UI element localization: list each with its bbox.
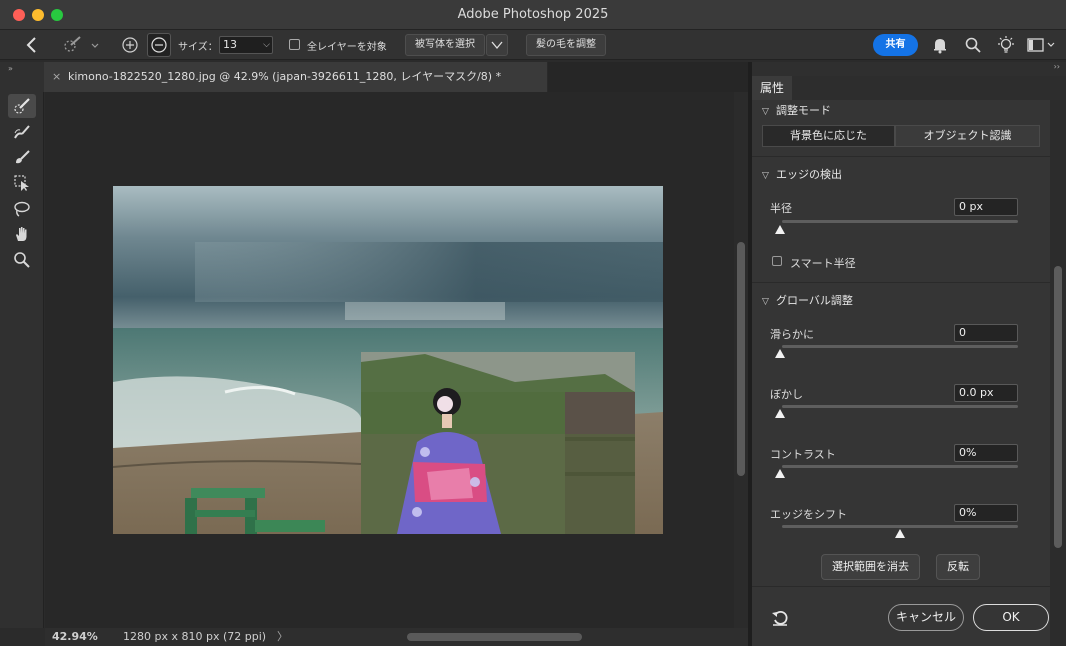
adjust-mode-heading: 調整モード <box>776 104 831 117</box>
invert-button[interactable]: 反転 <box>936 554 980 580</box>
document-dimensions: 1280 px x 810 px (72 ppi) <box>123 630 267 643</box>
smooth-label: 滑らかに <box>770 328 814 341</box>
color-aware-option[interactable]: 背景色に応じた <box>762 125 895 147</box>
sample-all-layers-checkbox[interactable] <box>289 39 300 50</box>
document-tab[interactable]: × kimono-1822520_1280.jpg @ 42.9% (japan… <box>44 62 548 92</box>
tool-preset-picker[interactable] <box>60 34 100 56</box>
back-arrow-icon[interactable] <box>22 35 42 55</box>
smart-radius-checkbox[interactable] <box>772 256 782 266</box>
size-value: 13 <box>223 38 237 51</box>
feather-label: ぼかし <box>770 388 803 401</box>
kimono-layer <box>361 352 635 534</box>
discover-lightbulb-icon[interactable] <box>996 35 1016 55</box>
smooth-input[interactable]: 0 <box>954 324 1018 342</box>
refine-hair-button[interactable]: 髪の毛を調整 <box>526 34 606 56</box>
zoom-tool-icon[interactable] <box>8 248 36 272</box>
shift-edge-label: エッジをシフト <box>770 508 847 521</box>
canvas-vertical-scroll-thumb[interactable] <box>737 242 745 476</box>
cancel-button[interactable]: キャンセル <box>888 604 964 631</box>
shift-edge-slider-thumb[interactable] <box>895 529 905 538</box>
contrast-label: コントラスト <box>770 448 836 461</box>
radius-input[interactable]: 0 px <box>954 198 1018 216</box>
collapse-panel-icon[interactable]: ›› <box>1054 62 1060 71</box>
reset-icon[interactable] <box>770 608 790 628</box>
ok-button[interactable]: OK <box>973 604 1049 631</box>
feather-input[interactable]: 0.0 px <box>954 384 1018 402</box>
smooth-slider-thumb[interactable] <box>775 349 785 358</box>
global-refinements-header[interactable]: ▽ グローバル調整 <box>762 292 853 308</box>
object-aware-option[interactable]: オブジェクト認識 <box>895 125 1040 147</box>
tab-properties[interactable]: 属性 <box>752 76 792 100</box>
radius-slider-thumb[interactable] <box>775 225 785 234</box>
toolbar-header: » <box>0 62 44 92</box>
global-refinements-heading: グローバル調整 <box>776 294 853 307</box>
tools-panel <box>0 92 44 628</box>
sample-all-layers-label: 全レイヤーを対象 <box>307 42 387 53</box>
quick-selection-tool-icon[interactable] <box>8 94 36 118</box>
status-bar: 42.94% 1280 px x 810 px (72 ppi) 〉 <box>45 628 748 646</box>
shift-edge-input[interactable]: 0% <box>954 504 1018 522</box>
smart-radius-label: スマート半径 <box>790 257 856 270</box>
panel-scroll-thumb[interactable] <box>1054 266 1062 548</box>
add-to-selection-icon[interactable] <box>121 36 139 54</box>
edge-detection-header[interactable]: ▽ エッジの検出 <box>762 166 842 182</box>
contrast-slider-track[interactable] <box>782 465 1018 468</box>
select-subject-button[interactable]: 被写体を選択 <box>405 34 485 56</box>
panel-scrollbar[interactable] <box>1050 100 1066 646</box>
chevron-down-icon: ▽ <box>762 171 769 181</box>
search-icon[interactable] <box>964 36 982 54</box>
radius-label: 半径 <box>770 202 792 215</box>
size-label: サイズ： <box>178 42 218 53</box>
brush-tool-icon[interactable] <box>8 145 36 169</box>
hand-tool-icon[interactable] <box>8 222 36 246</box>
lasso-tool-icon[interactable] <box>8 197 36 221</box>
subtract-from-selection-icon[interactable] <box>147 33 171 57</box>
size-dropdown-chevron-icon[interactable]: ⌵ <box>263 37 270 53</box>
select-subject-dropdown[interactable] <box>486 34 508 56</box>
feather-slider-track[interactable] <box>782 405 1018 408</box>
document-image[interactable] <box>45 92 734 628</box>
canvas-vertical-scrollbar[interactable] <box>734 92 748 628</box>
status-menu-chevron-icon[interactable]: 〉 <box>277 628 288 646</box>
workspace-switcher-icon[interactable] <box>1027 36 1057 54</box>
panel-tab-bar <box>752 76 1066 100</box>
notifications-bell-icon[interactable] <box>931 36 949 54</box>
options-bar: サイズ： 13 ⌵ 全レイヤーを対象 被写体を選択 髪の毛を調整 共有 <box>0 30 1066 60</box>
radius-slider-track[interactable] <box>782 220 1018 223</box>
document-tab-title: kimono-1822520_1280.jpg @ 42.9% (japan-3… <box>68 70 502 83</box>
feather-slider-thumb[interactable] <box>775 409 785 418</box>
clear-selection-button[interactable]: 選択範囲を消去 <box>821 554 920 580</box>
size-input[interactable]: 13 ⌵ <box>219 36 273 54</box>
smooth-slider-track[interactable] <box>782 345 1018 348</box>
window-title: Adobe Photoshop 2025 <box>457 7 609 22</box>
properties-panel: ›› 属性 ▽ 調整モード 背景色に応じた オブジェクト認識 ▽ エッジの検出 半径… <box>752 62 1066 646</box>
section-divider <box>752 282 1050 283</box>
share-button[interactable]: 共有 <box>873 34 918 56</box>
contrast-slider-thumb[interactable] <box>775 469 785 478</box>
object-selection-tool-icon[interactable] <box>8 171 36 195</box>
refine-edge-brush-tool-icon[interactable] <box>8 120 36 144</box>
adjust-mode-header[interactable]: ▽ 調整モード <box>762 102 831 118</box>
edge-detection-heading: エッジの検出 <box>776 168 842 181</box>
title-bar: Adobe Photoshop 2025 <box>0 0 1066 30</box>
chevron-down-icon: ▽ <box>762 297 769 307</box>
panel-footer: キャンセル OK <box>752 586 1050 646</box>
collapse-toolbar-icon[interactable]: » <box>8 64 13 73</box>
canvas-horizontal-scroll-thumb[interactable] <box>407 633 582 641</box>
panel-header-strip: ›› <box>752 62 1066 76</box>
shift-edge-slider-track[interactable] <box>782 525 1018 528</box>
contrast-input[interactable]: 0% <box>954 444 1018 462</box>
chevron-down-icon: ▽ <box>762 107 769 117</box>
close-tab-icon[interactable]: × <box>52 62 61 92</box>
zoom-level[interactable]: 42.94% <box>52 628 98 646</box>
canvas-area[interactable] <box>45 92 734 628</box>
section-divider <box>752 156 1050 157</box>
